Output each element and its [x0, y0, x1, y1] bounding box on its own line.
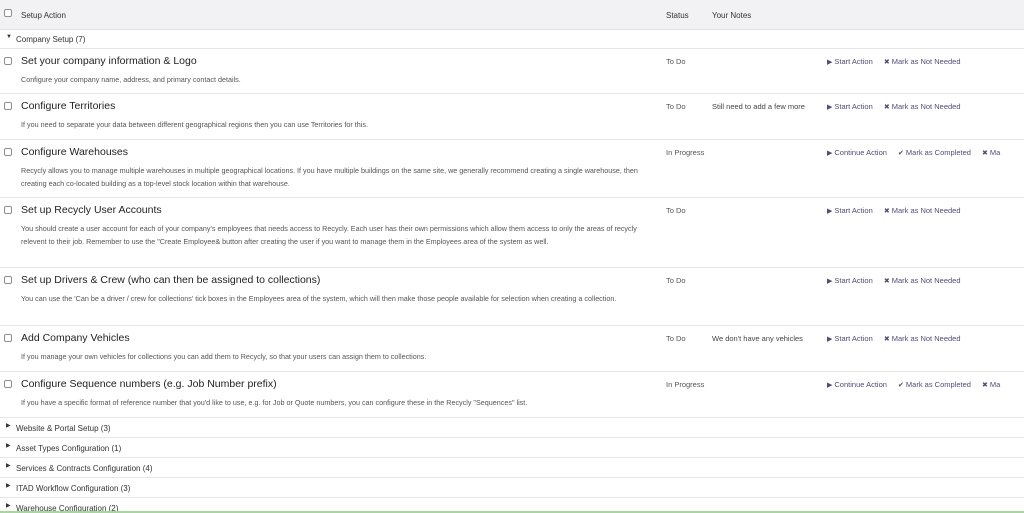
start-action-button[interactable]: ▶ Start Action	[827, 276, 873, 285]
group-services-contracts[interactable]: ▶ Services & Contracts Configuration (4)	[0, 458, 1024, 478]
caret-right-icon: ▶	[6, 463, 11, 469]
group-label: Website & Portal Setup (3)	[16, 424, 111, 433]
status-badge: To Do	[666, 334, 686, 343]
row-actions: ▶ Continue Action ✔ Mark as Completed ✖ Ma	[827, 148, 1009, 157]
mark-not-needed-button[interactable]: ✖ Mark as Not Needed	[884, 57, 961, 66]
row-description: You should create a user account for eac…	[21, 224, 637, 246]
row-checkbox[interactable]	[4, 102, 12, 110]
select-all-checkbox[interactable]	[4, 9, 12, 17]
play-icon: ▶	[827, 382, 833, 389]
mark-not-needed-button[interactable]: ✖ Mark as Not Needed	[884, 334, 961, 343]
start-action-button[interactable]: ▶ Start Action	[827, 206, 873, 215]
play-icon: ▶	[827, 59, 833, 66]
status-badge: To Do	[666, 57, 686, 66]
table-row[interactable]: Set your company information & Logo Conf…	[0, 49, 1024, 94]
row-notes[interactable]: We don't have any vehicles	[712, 334, 803, 343]
setup-checklist: Setup Action Status Your Notes ▼ Company…	[0, 0, 1024, 513]
table-row[interactable]: Set up Drivers & Crew (who can then be a…	[0, 268, 1024, 326]
row-notes[interactable]: Still need to add a few more	[712, 102, 805, 111]
row-title: Set your company information & Logo	[21, 55, 197, 67]
row-title: Set up Recycly User Accounts	[21, 204, 162, 216]
status-badge: To Do	[666, 276, 686, 285]
mark-not-needed-button[interactable]: ✖ Mark as Not Needed	[884, 276, 961, 285]
row-checkbox[interactable]	[4, 380, 12, 388]
row-checkbox[interactable]	[4, 57, 12, 65]
mark-not-needed-button[interactable]: ✖ Ma	[982, 380, 1000, 389]
mark-not-needed-button[interactable]: ✖ Mark as Not Needed	[884, 206, 961, 215]
table-row[interactable]: Add Company Vehicles If you manage your …	[0, 326, 1024, 372]
header-setup-action[interactable]: Setup Action	[21, 11, 66, 20]
row-actions: ▶ Start Action ✖ Mark as Not Needed	[827, 206, 970, 215]
header-your-notes[interactable]: Your Notes	[712, 11, 751, 20]
play-icon: ▶	[827, 278, 833, 285]
row-description: You can use the 'Can be a driver / crew …	[21, 294, 617, 303]
mark-completed-button[interactable]: ✔ Mark as Completed	[898, 380, 971, 389]
row-checkbox[interactable]	[4, 206, 12, 214]
row-checkbox[interactable]	[4, 148, 12, 156]
play-icon: ▶	[827, 150, 833, 157]
play-icon: ▶	[827, 104, 833, 111]
close-icon: ✖	[982, 382, 988, 389]
check-icon: ✔	[898, 150, 904, 157]
row-title: Configure Warehouses	[21, 146, 128, 158]
mark-completed-button[interactable]: ✔ Mark as Completed	[898, 148, 971, 157]
continue-action-button[interactable]: ▶ Continue Action	[827, 148, 887, 157]
status-badge: In Progress	[666, 148, 705, 157]
group-label: Services & Contracts Configuration (4)	[16, 464, 153, 473]
table-row[interactable]: Set up Recycly User Accounts You should …	[0, 198, 1024, 268]
group-asset-types[interactable]: ▶ Asset Types Configuration (1)	[0, 438, 1024, 458]
row-title: Configure Territories	[21, 100, 116, 112]
row-checkbox[interactable]	[4, 334, 12, 342]
status-badge: In Progress	[666, 380, 705, 389]
close-icon: ✖	[883, 104, 890, 111]
check-icon: ✔	[898, 382, 904, 389]
start-action-button[interactable]: ▶ Start Action	[827, 334, 873, 343]
group-label: Company Setup (7)	[16, 35, 86, 44]
close-icon: ✖	[883, 278, 890, 285]
group-website-portal[interactable]: ▶ Website & Portal Setup (3)	[0, 418, 1024, 438]
row-description: Configure your company name, address, an…	[21, 75, 241, 84]
row-title: Set up Drivers & Crew (who can then be a…	[21, 274, 321, 286]
caret-right-icon: ▶	[6, 443, 11, 449]
table-row[interactable]: Configure Sequence numbers (e.g. Job Num…	[0, 372, 1024, 418]
play-icon: ▶	[827, 336, 833, 343]
caret-down-icon: ▼	[6, 34, 12, 40]
caret-right-icon: ▶	[6, 423, 11, 429]
continue-action-button[interactable]: ▶ Continue Action	[827, 380, 887, 389]
row-description: If you need to separate your data betwee…	[21, 120, 368, 129]
header-status[interactable]: Status	[666, 11, 689, 20]
table-row[interactable]: Configure Warehouses Recycly allows you …	[0, 140, 1024, 198]
mark-not-needed-button[interactable]: ✖ Ma	[982, 148, 1000, 157]
mark-not-needed-button[interactable]: ✖ Mark as Not Needed	[884, 102, 961, 111]
row-actions: ▶ Start Action ✖ Mark as Not Needed	[827, 57, 970, 66]
close-icon: ✖	[883, 336, 890, 343]
caret-right-icon: ▶	[6, 503, 11, 509]
row-checkbox[interactable]	[4, 276, 12, 284]
close-icon: ✖	[982, 150, 988, 157]
row-description: Recycly allows you to manage multiple wa…	[21, 166, 638, 188]
group-label: Asset Types Configuration (1)	[16, 444, 122, 453]
row-actions: ▶ Start Action ✖ Mark as Not Needed	[827, 334, 970, 343]
start-action-button[interactable]: ▶ Start Action	[827, 57, 873, 66]
close-icon: ✖	[883, 208, 890, 215]
row-actions: ▶ Start Action ✖ Mark as Not Needed	[827, 276, 970, 285]
row-actions: ▶ Continue Action ✔ Mark as Completed ✖ Ma	[827, 380, 1009, 389]
row-title: Configure Sequence numbers (e.g. Job Num…	[21, 378, 277, 390]
play-icon: ▶	[827, 208, 833, 215]
row-actions: ▶ Start Action ✖ Mark as Not Needed	[827, 102, 970, 111]
group-itad-workflow[interactable]: ▶ ITAD Workflow Configuration (3)	[0, 478, 1024, 498]
group-label: ITAD Workflow Configuration (3)	[16, 484, 131, 493]
table-row[interactable]: Configure Territories If you need to sep…	[0, 94, 1024, 140]
row-description: If you manage your own vehicles for coll…	[21, 352, 427, 361]
caret-right-icon: ▶	[6, 483, 11, 489]
row-title: Add Company Vehicles	[21, 332, 130, 344]
start-action-button[interactable]: ▶ Start Action	[827, 102, 873, 111]
status-badge: To Do	[666, 102, 686, 111]
status-badge: To Do	[666, 206, 686, 215]
row-description: If you have a specific format of referen…	[21, 398, 528, 407]
group-company-setup[interactable]: ▼ Company Setup (7)	[0, 30, 1024, 49]
list-header: Setup Action Status Your Notes	[0, 0, 1024, 30]
close-icon: ✖	[883, 59, 890, 66]
